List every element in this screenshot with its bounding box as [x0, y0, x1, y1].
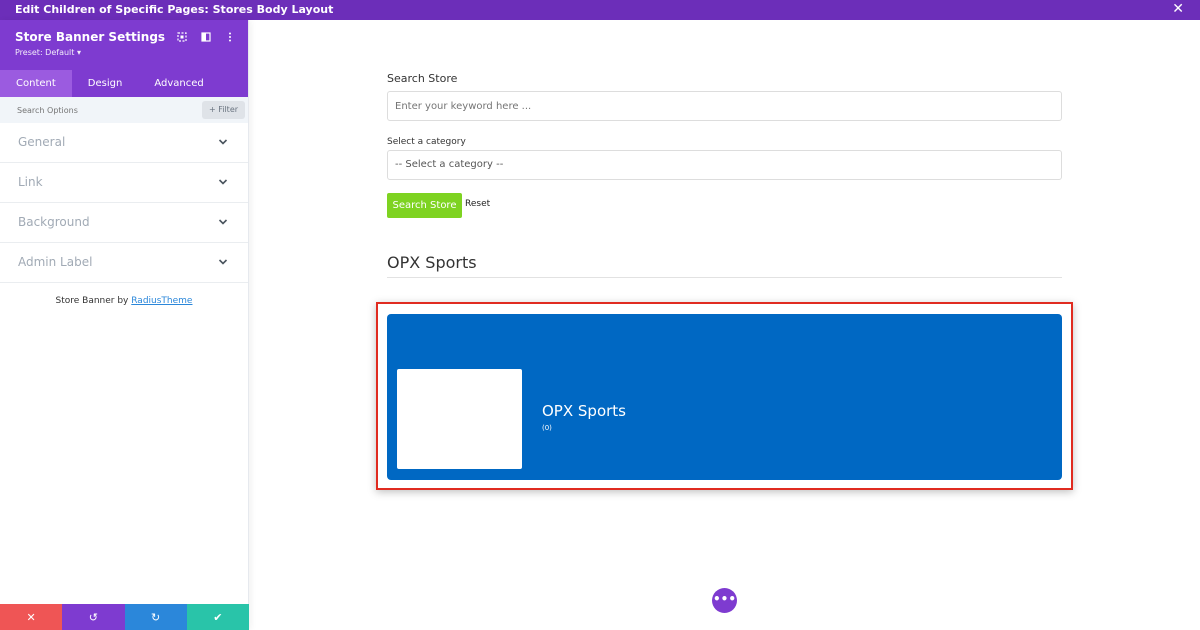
undo-button[interactable]: ↺ — [62, 604, 125, 630]
preset-selector[interactable]: Preset: Default ▾ — [15, 48, 233, 57]
keyword-input[interactable] — [387, 91, 1062, 121]
store-banner[interactable]: OPX Sports (0) — [387, 314, 1062, 480]
credit-prefix: Store Banner by — [55, 296, 132, 306]
settings-tabs: Content Design Advanced — [0, 70, 248, 97]
store-logo — [397, 369, 522, 469]
chevron-down-icon — [218, 139, 228, 145]
section-label: Admin Label — [18, 255, 93, 269]
sidebar-header-icons — [176, 32, 236, 44]
section-link[interactable]: Link — [0, 163, 248, 203]
page-settings-button[interactable]: ••• — [712, 588, 737, 613]
search-store-label: Search Store — [387, 72, 458, 85]
filter-button[interactable]: + Filter — [202, 101, 245, 119]
chevron-down-icon — [218, 219, 228, 225]
module-credit: Store Banner by RadiusTheme — [0, 296, 248, 306]
category-select[interactable]: -- Select a category -- — [387, 150, 1062, 180]
section-general[interactable]: General — [0, 123, 248, 163]
editor-title-bar: Edit Children of Specific Pages: Stores … — [0, 0, 1200, 20]
options-search-row: + Filter — [0, 97, 248, 123]
tab-design[interactable]: Design — [72, 70, 139, 97]
category-label: Select a category — [387, 137, 466, 147]
sidebar-header: Store Banner Settings Preset: Default ▾ — [0, 20, 248, 70]
banner-store-name: OPX Sports — [542, 402, 626, 420]
redo-button[interactable]: ↻ — [124, 604, 187, 630]
settings-sidebar: Store Banner Settings Preset: Default ▾ … — [0, 20, 249, 630]
chevron-down-icon — [218, 179, 228, 185]
section-label: General — [18, 135, 66, 149]
chevron-down-icon — [218, 259, 228, 265]
tab-advanced[interactable]: Advanced — [138, 70, 219, 97]
section-admin-label[interactable]: Admin Label — [0, 243, 248, 283]
section-background[interactable]: Background — [0, 203, 248, 243]
close-editor-icon[interactable]: ✕ — [1172, 0, 1184, 19]
expand-icon[interactable] — [176, 32, 188, 44]
banner-rating-count: (0) — [542, 424, 552, 432]
sidebar-action-bar: ✕ ↺ ↻ ✔ — [0, 604, 249, 630]
store-heading: OPX Sports — [387, 253, 477, 272]
search-store-button[interactable]: Search Store — [387, 193, 462, 218]
save-button[interactable]: ✔ — [186, 604, 249, 630]
heading-divider — [387, 277, 1062, 278]
editor-title: Edit Children of Specific Pages: Stores … — [15, 3, 334, 16]
split-view-icon[interactable] — [200, 32, 212, 44]
more-options-icon[interactable] — [224, 32, 236, 44]
reset-button[interactable]: Reset — [465, 199, 490, 209]
section-label: Link — [18, 175, 43, 189]
section-label: Background — [18, 215, 90, 229]
search-options-input[interactable] — [0, 97, 180, 123]
tab-content[interactable]: Content — [0, 70, 72, 97]
discard-button[interactable]: ✕ — [0, 604, 63, 630]
credit-link[interactable]: RadiusTheme — [131, 296, 192, 306]
